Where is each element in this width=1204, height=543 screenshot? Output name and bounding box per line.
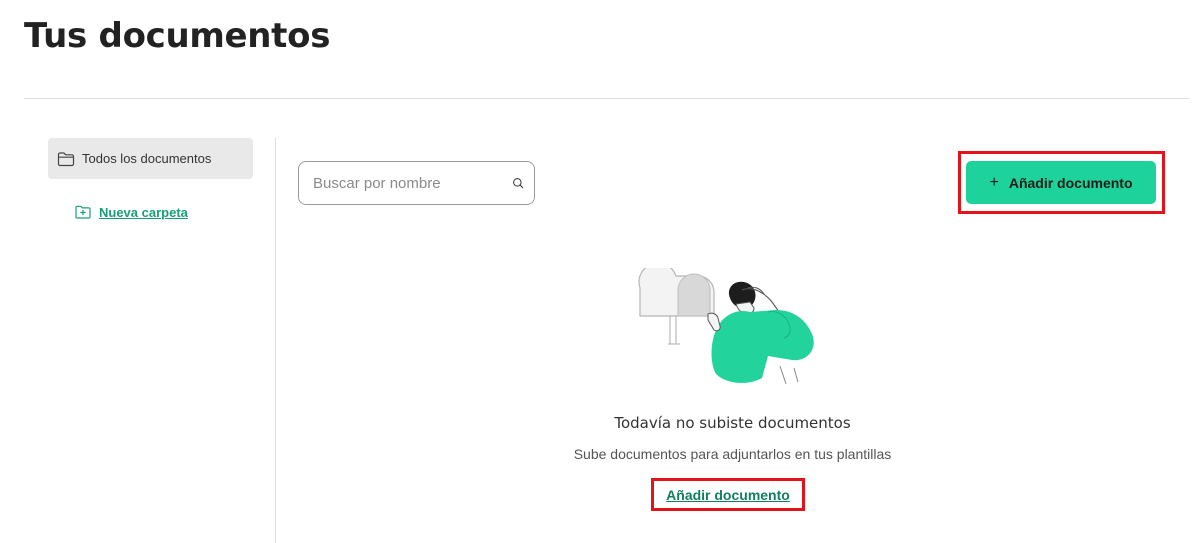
new-folder-label: Nueva carpeta	[99, 204, 188, 220]
sidebar-item-all-documents[interactable]: Todos los documentos	[48, 138, 253, 179]
search-input[interactable]	[313, 174, 512, 192]
search-icon[interactable]	[512, 174, 524, 192]
sidebar-divider	[275, 138, 276, 543]
add-document-link[interactable]: Añadir documento	[651, 478, 805, 511]
folder-icon	[57, 151, 75, 166]
page-title: Tus documentos	[24, 16, 331, 56]
add-document-button[interactable]: + Añadir documento	[966, 161, 1156, 204]
add-document-button-label: Añadir documento	[1008, 174, 1133, 191]
search-box	[298, 161, 535, 205]
header-divider	[24, 98, 1189, 99]
documents-page: Tus documentos Todos los documentos Nuev…	[0, 0, 1204, 543]
sidebar-item-label: Todos los documentos	[82, 151, 212, 166]
new-folder-link[interactable]: Nueva carpeta	[75, 203, 188, 221]
empty-state-title: Todavía no subiste documentos	[614, 414, 851, 432]
folder-plus-icon	[75, 205, 91, 219]
empty-state-subtitle: Sube documentos para adjuntarlos en tus …	[573, 446, 892, 462]
person-with-mailbox-illustration	[638, 268, 814, 385]
plus-icon: +	[989, 173, 999, 191]
